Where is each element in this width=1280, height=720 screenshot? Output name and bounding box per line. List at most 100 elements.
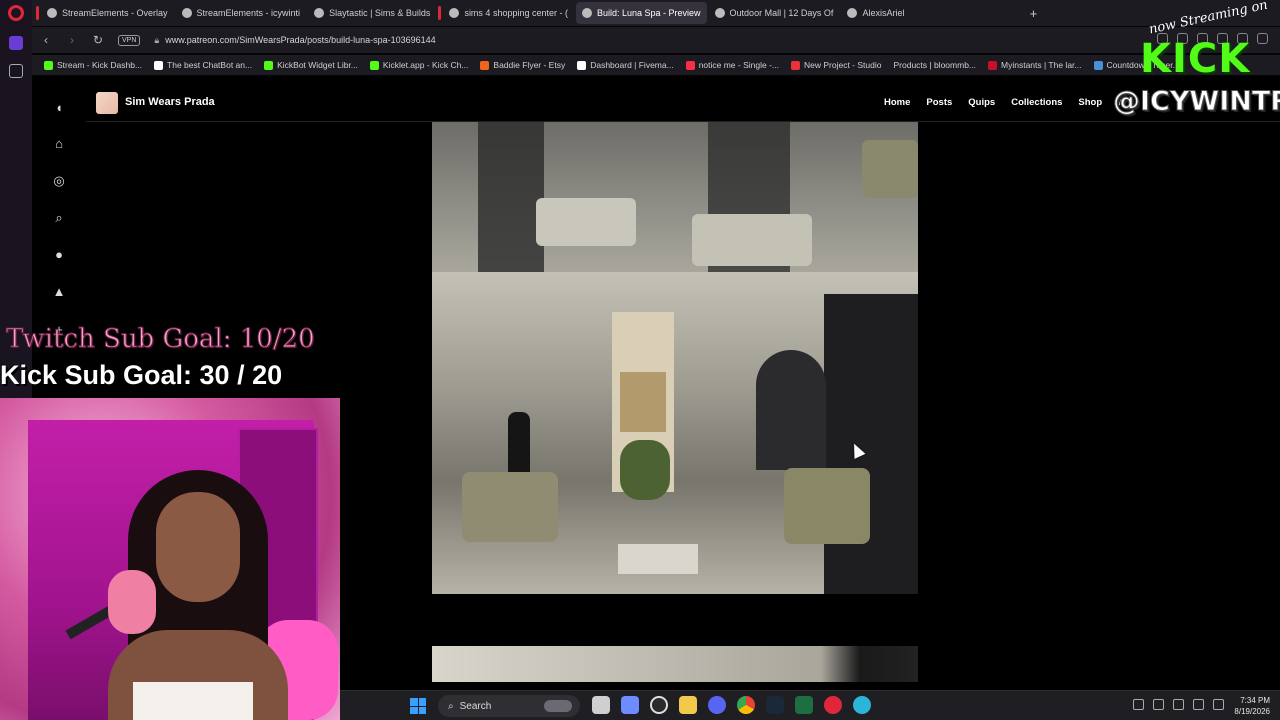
clock[interactable]: 7:34 PM 8/19/2026 bbox=[1234, 695, 1270, 717]
task-view-icon[interactable] bbox=[592, 696, 610, 714]
tray-chevron-icon[interactable] bbox=[1133, 699, 1144, 710]
nav-posts[interactable]: Posts bbox=[926, 97, 952, 108]
creator-avatar[interactable] bbox=[96, 92, 118, 114]
armchair bbox=[784, 468, 870, 544]
tab-favicon-icon bbox=[181, 8, 192, 18]
forward-icon[interactable]: › bbox=[66, 33, 78, 47]
nav-shop[interactable]: Shop bbox=[1078, 97, 1102, 108]
streamer-face bbox=[156, 492, 240, 602]
tab-0[interactable]: StreamElements - Overlay bbox=[41, 2, 174, 24]
nav-home[interactable]: Home bbox=[884, 97, 910, 108]
patreon-logo-icon[interactable]: ◖ bbox=[52, 101, 66, 115]
display-icon[interactable] bbox=[1193, 699, 1204, 710]
post-image-3[interactable] bbox=[432, 646, 918, 682]
globe-icon[interactable]: ◎ bbox=[52, 174, 66, 188]
kick-logo: KICK bbox=[1140, 36, 1251, 82]
bookmark-9[interactable]: Myinstants | The lar... bbox=[988, 60, 1082, 70]
mic-icon[interactable] bbox=[1173, 699, 1184, 710]
address-bar-row: ‹ › ↻ VPN 🔒︎ www.patreon.com/SimWearsPra… bbox=[32, 27, 1280, 53]
obs-icon[interactable] bbox=[650, 696, 668, 714]
taskbar-search[interactable]: ⌕ Search bbox=[438, 695, 580, 717]
wall-panel bbox=[824, 294, 918, 594]
tab-4[interactable]: Build: Luna Spa - Preview bbox=[575, 2, 707, 24]
arched-window bbox=[756, 350, 826, 470]
search-icon: ⌕ bbox=[448, 700, 454, 712]
copilot-icon[interactable] bbox=[621, 696, 639, 714]
tab-favicon-icon bbox=[449, 8, 460, 18]
bell-icon[interactable]: ▲ bbox=[52, 285, 66, 299]
back-icon[interactable]: ‹ bbox=[40, 33, 52, 47]
kick-sub-goal: Kick Sub Goal: 30 / 20 bbox=[0, 360, 283, 390]
edge-icon[interactable] bbox=[853, 696, 871, 714]
kicklet-icon bbox=[369, 60, 379, 70]
etsy-icon bbox=[480, 60, 490, 70]
tab-5[interactable]: Outdoor Mall | 12 Days Of bbox=[709, 2, 840, 24]
star-rail-icon[interactable] bbox=[9, 64, 23, 78]
fivemanage-icon bbox=[577, 60, 587, 70]
tab-bar: StreamElements - Overlay StreamElements … bbox=[32, 0, 1280, 26]
webcam-frame bbox=[0, 398, 340, 720]
search-highlight-icon bbox=[544, 700, 572, 712]
kick-icon bbox=[44, 60, 53, 70]
creator-header: Sim Wears Prada Home Posts Quips Collect… bbox=[86, 76, 1280, 122]
armchair bbox=[692, 214, 812, 266]
tab-group-marker bbox=[438, 6, 442, 20]
opera-logo-icon[interactable] bbox=[8, 5, 24, 21]
discord-icon[interactable] bbox=[708, 696, 726, 714]
bookmark-0[interactable]: Stream - Kick Dashb... bbox=[44, 60, 142, 70]
search-icon[interactable]: ⌕ bbox=[52, 211, 66, 225]
home-rail-icon[interactable] bbox=[9, 36, 23, 50]
bookmark-2[interactable]: KickBot Widget Libr... bbox=[264, 60, 358, 70]
studio-icon bbox=[791, 60, 800, 70]
opera-icon[interactable] bbox=[824, 696, 842, 714]
bookmark-8[interactable]: Products | bloommb... bbox=[893, 60, 976, 70]
bookmark-4[interactable]: Baddie Flyer - Etsy bbox=[480, 60, 565, 70]
new-tab-button[interactable]: + bbox=[1024, 4, 1042, 22]
creator-name[interactable]: Sim Wears Prada bbox=[125, 96, 215, 108]
armchair bbox=[462, 472, 558, 542]
tab-6[interactable]: AlexisAriel bbox=[841, 2, 910, 24]
taskbar-apps bbox=[592, 696, 871, 714]
bookmark-1[interactable]: The best ChatBot an... bbox=[154, 60, 252, 70]
vpn-badge[interactable]: VPN bbox=[118, 34, 141, 46]
nav-quips[interactable]: Quips bbox=[968, 97, 995, 108]
reload-icon[interactable]: ↻ bbox=[92, 33, 104, 47]
glass-partition bbox=[478, 122, 544, 272]
file-explorer-icon[interactable] bbox=[679, 696, 697, 714]
coffee-table bbox=[618, 544, 698, 574]
tab-2[interactable]: Slaytastic | Sims & Builds bbox=[308, 2, 436, 24]
windows-start-icon[interactable] bbox=[410, 698, 426, 714]
volume-icon[interactable] bbox=[1213, 699, 1224, 710]
nav-collections[interactable]: Collections bbox=[1011, 97, 1062, 108]
bookmark-5[interactable]: Dashboard | Fivema... bbox=[577, 60, 674, 70]
streamer-handle: @ICYWINTRR bbox=[1113, 86, 1280, 118]
armchair bbox=[862, 140, 918, 198]
tab-3[interactable]: sims 4 shopping center - ( bbox=[443, 2, 574, 24]
tab-favicon-icon bbox=[314, 8, 325, 18]
steam-icon[interactable] bbox=[766, 696, 784, 714]
tab-favicon-icon bbox=[847, 8, 858, 18]
myinstants-icon bbox=[988, 60, 998, 70]
excel-icon[interactable] bbox=[795, 696, 813, 714]
bookmark-7[interactable]: New Project - Studio bbox=[791, 60, 881, 70]
tab-favicon-icon bbox=[581, 8, 592, 18]
tray-app-icon[interactable] bbox=[1153, 699, 1164, 710]
bookmark-3[interactable]: Kicklet.app - Kick Ch... bbox=[369, 60, 468, 70]
tab-1[interactable]: StreamElements - icywinti bbox=[176, 2, 307, 24]
tab-group-marker bbox=[36, 6, 39, 20]
menu-icon[interactable] bbox=[1257, 33, 1268, 44]
lock-icon[interactable]: 🔒︎ bbox=[154, 35, 159, 46]
armchair bbox=[536, 198, 636, 246]
chatbot-icon bbox=[154, 60, 164, 70]
chat-icon[interactable]: ● bbox=[52, 248, 66, 262]
url-field[interactable]: www.patreon.com/SimWearsPrada/posts/buil… bbox=[165, 35, 435, 45]
post-image-1[interactable] bbox=[432, 122, 918, 272]
chrome-icon[interactable] bbox=[737, 696, 755, 714]
kickbot-icon bbox=[264, 60, 274, 70]
home-icon[interactable]: ⌂ bbox=[52, 137, 66, 151]
clock-date: 8/19/2026 bbox=[1234, 707, 1270, 716]
tab-favicon-icon bbox=[714, 8, 725, 18]
post-image-2[interactable] bbox=[432, 272, 918, 594]
bookmark-6[interactable]: notice me - Single -... bbox=[685, 60, 779, 70]
plant bbox=[620, 440, 670, 500]
